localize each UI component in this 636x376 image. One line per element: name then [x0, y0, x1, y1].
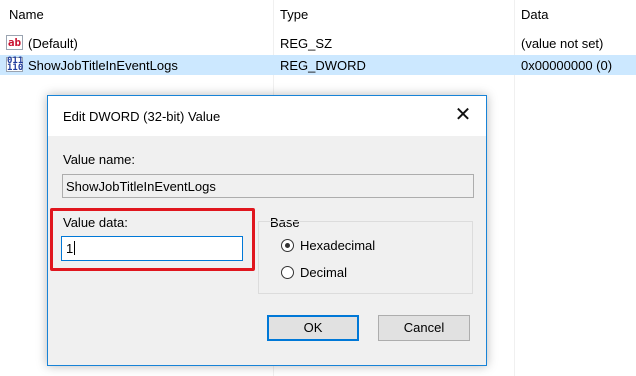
hexadecimal-label[interactable]: Hexadecimal — [300, 238, 375, 253]
value-data-cell: 0x00000000 (0) — [521, 58, 613, 73]
value-data-input[interactable]: 1 — [61, 236, 243, 261]
value-data-cell: (value not set) — [521, 36, 604, 51]
value-type-cell: REG_DWORD — [280, 58, 366, 73]
close-icon[interactable]: ✕ — [448, 102, 478, 128]
base-groupbox — [258, 221, 473, 294]
registry-value-row-selected[interactable]: 011 110 ShowJobTitleInEventLogs REG_DWOR… — [0, 55, 636, 75]
registry-value-row[interactable]: ab (Default) REG_SZ (value not set) — [0, 33, 636, 53]
edit-dword-dialog: Edit DWORD (32-bit) Value ✕ Value name: … — [47, 95, 487, 366]
value-type-cell: REG_SZ — [280, 36, 333, 51]
dialog-title: Edit DWORD (32-bit) Value — [63, 109, 221, 124]
string-value-icon: ab — [6, 35, 23, 50]
column-header-type[interactable]: Type — [280, 7, 308, 22]
value-name-cell: (Default) — [28, 36, 78, 51]
value-name-cell: ShowJobTitleInEventLogs — [28, 58, 178, 73]
hexadecimal-radio[interactable] — [281, 239, 294, 252]
dialog-body: Value name: ShowJobTitleInEventLogs Valu… — [48, 136, 486, 365]
value-data-text: 1 — [66, 241, 74, 256]
value-name-field[interactable]: ShowJobTitleInEventLogs — [62, 174, 474, 198]
binary-value-icon: 011 110 — [6, 56, 24, 73]
text-caret — [74, 241, 76, 255]
value-data-label: Value data: — [63, 215, 128, 230]
dialog-titlebar[interactable]: Edit DWORD (32-bit) Value ✕ — [48, 96, 486, 136]
decimal-label[interactable]: Decimal — [300, 265, 347, 280]
value-name-label: Value name: — [63, 152, 136, 167]
ok-button[interactable]: OK — [267, 315, 359, 341]
decimal-radio[interactable] — [281, 266, 294, 279]
cancel-button[interactable]: Cancel — [378, 315, 470, 341]
column-header-name[interactable]: Name — [9, 7, 44, 22]
column-header-data[interactable]: Data — [521, 7, 548, 22]
column-header-row: Name Type Data — [0, 0, 636, 28]
